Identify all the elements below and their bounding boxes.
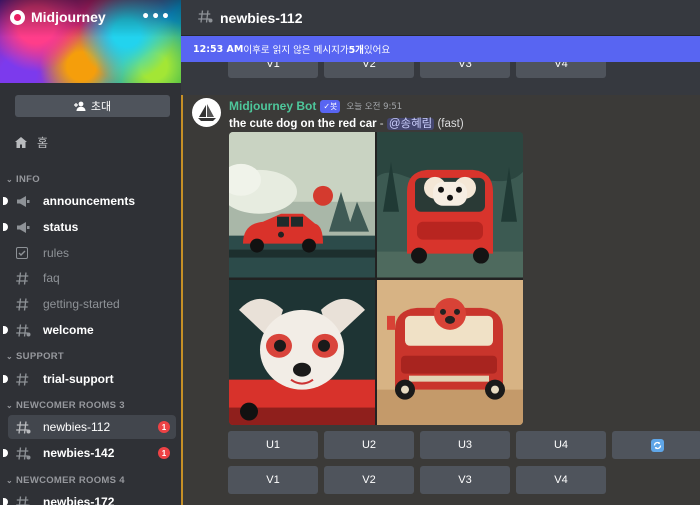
category-support[interactable]: ⌄ SUPPORT <box>6 351 64 362</box>
channel-status[interactable]: status <box>3 215 176 239</box>
bot-avatar[interactable] <box>192 98 221 127</box>
user-mention[interactable]: @송혜림 <box>386 118 435 130</box>
variation-buttons: V1 V2 V3 V4 <box>228 466 606 494</box>
hashtag-icon <box>16 271 36 285</box>
variation-button-1[interactable]: V1 <box>228 466 318 494</box>
unread-indicator <box>3 197 8 205</box>
variation-button-4[interactable]: V4 <box>516 466 606 494</box>
new-messages-time: 12:53 AM <box>193 43 244 55</box>
chevron-down-icon: ⌄ <box>6 476 14 485</box>
thread-hashtag-icon <box>16 495 36 505</box>
chevron-down-icon: ⌄ <box>6 175 14 184</box>
upscale-buttons: U1 U2 U3 U4 <box>228 431 700 459</box>
unread-indicator <box>3 375 8 383</box>
thread-hashtag-icon <box>16 420 36 434</box>
checklist-icon <box>16 247 36 259</box>
channel-announcements[interactable]: announcements <box>3 189 176 213</box>
megaphone-icon <box>16 221 36 233</box>
unread-indicator <box>3 449 8 457</box>
channel-welcome[interactable]: welcome <box>3 318 176 342</box>
invite-button[interactable]: 초대 <box>15 95 170 117</box>
unread-badge: 1 <box>158 421 170 433</box>
new-messages-count: 5개 <box>348 45 364 56</box>
unread-indicator <box>3 223 8 231</box>
image-grid[interactable] <box>229 132 523 425</box>
channel-newbies-112[interactable]: newbies-112 1 <box>8 415 176 439</box>
hashtag-icon <box>16 372 36 386</box>
bot-tag: ✓ 봇 <box>320 99 341 113</box>
new-messages-text-after: 있어요 <box>363 45 391 56</box>
channel-trial-support[interactable]: trial-support <box>3 367 176 391</box>
server-header[interactable]: Midjourney ••• <box>10 9 171 25</box>
generated-image-3[interactable] <box>229 279 375 425</box>
megaphone-icon <box>16 195 36 207</box>
home-icon <box>15 137 27 148</box>
category-newcomer-rooms-3[interactable]: ⌄ NEWCOMER ROOMS 3 <box>6 400 125 411</box>
separator: - <box>376 118 387 130</box>
channel-newbies-142[interactable]: newbies-142 1 <box>3 441 176 465</box>
home-label: 홈 <box>37 136 49 150</box>
category-info[interactable]: ⌄ INFO <box>6 174 40 185</box>
generated-image-4[interactable] <box>377 279 523 425</box>
generated-image-2[interactable] <box>377 132 523 278</box>
thread-hashtag-icon <box>198 8 213 27</box>
hashtag-icon <box>16 297 36 311</box>
refresh-icon <box>650 438 664 452</box>
new-messages-text-before: 이후로 읽지 않은 메시지가 <box>243 45 349 56</box>
thread-hashtag-icon <box>16 323 36 337</box>
server-icon <box>10 9 25 25</box>
upscale-button-2[interactable]: U2 <box>324 431 414 459</box>
thread-hashtag-icon <box>16 446 36 460</box>
mode-text: (fast) <box>434 118 464 130</box>
category-newcomer-rooms-4[interactable]: ⌄ NEWCOMER ROOMS 4 <box>6 475 125 486</box>
message-header: Midjourney Bot ✓ 봇 오늘 오전 9:51 <box>229 99 402 113</box>
channel-getting-started[interactable]: getting-started <box>8 292 176 316</box>
channel-title: newbies-112 <box>220 9 303 26</box>
variation-button-3[interactable]: V3 <box>420 466 510 494</box>
channel-header: newbies-112 <box>181 0 700 36</box>
server-name: Midjourney <box>31 9 106 25</box>
reroll-button[interactable] <box>612 431 700 459</box>
server-menu-icon[interactable]: ••• <box>141 9 171 25</box>
new-messages-bar[interactable]: 12:53 AM 이후로 읽지 않은 메시지가 5개 있어요 <box>181 36 700 62</box>
unread-badge: 1 <box>158 447 170 459</box>
sailboat-icon <box>197 103 216 121</box>
invite-label: 초대 <box>90 100 112 113</box>
upscale-button-1[interactable]: U1 <box>228 431 318 459</box>
variation-button-2[interactable]: V2 <box>324 466 414 494</box>
unread-indicator <box>3 326 8 334</box>
channel-sidebar: Midjourney ••• 초대 홈 ⌄ INFO announcements… <box>0 0 181 505</box>
channel-rules[interactable]: rules <box>8 241 176 265</box>
unread-indicator <box>3 498 8 505</box>
channel-faq[interactable]: faq <box>8 266 176 290</box>
upscale-button-4[interactable]: U4 <box>516 431 606 459</box>
chevron-down-icon: ⌄ <box>6 401 14 410</box>
add-user-icon <box>73 101 86 111</box>
generated-image-1[interactable] <box>229 132 375 278</box>
checkmark-icon: ✓ <box>323 101 331 111</box>
prompt-text: the cute dog on the red car <box>229 118 377 130</box>
chevron-down-icon: ⌄ <box>6 352 14 361</box>
upscale-button-3[interactable]: U3 <box>420 431 510 459</box>
channel-newbies-172[interactable]: newbies-172 <box>3 490 176 505</box>
home-link[interactable]: 홈 <box>15 134 48 151</box>
message-content: the cute dog on the red car - @송혜림 (fast… <box>229 115 464 131</box>
message-timestamp: 오늘 오전 9:51 <box>346 102 403 112</box>
author-name[interactable]: Midjourney Bot <box>229 99 316 113</box>
